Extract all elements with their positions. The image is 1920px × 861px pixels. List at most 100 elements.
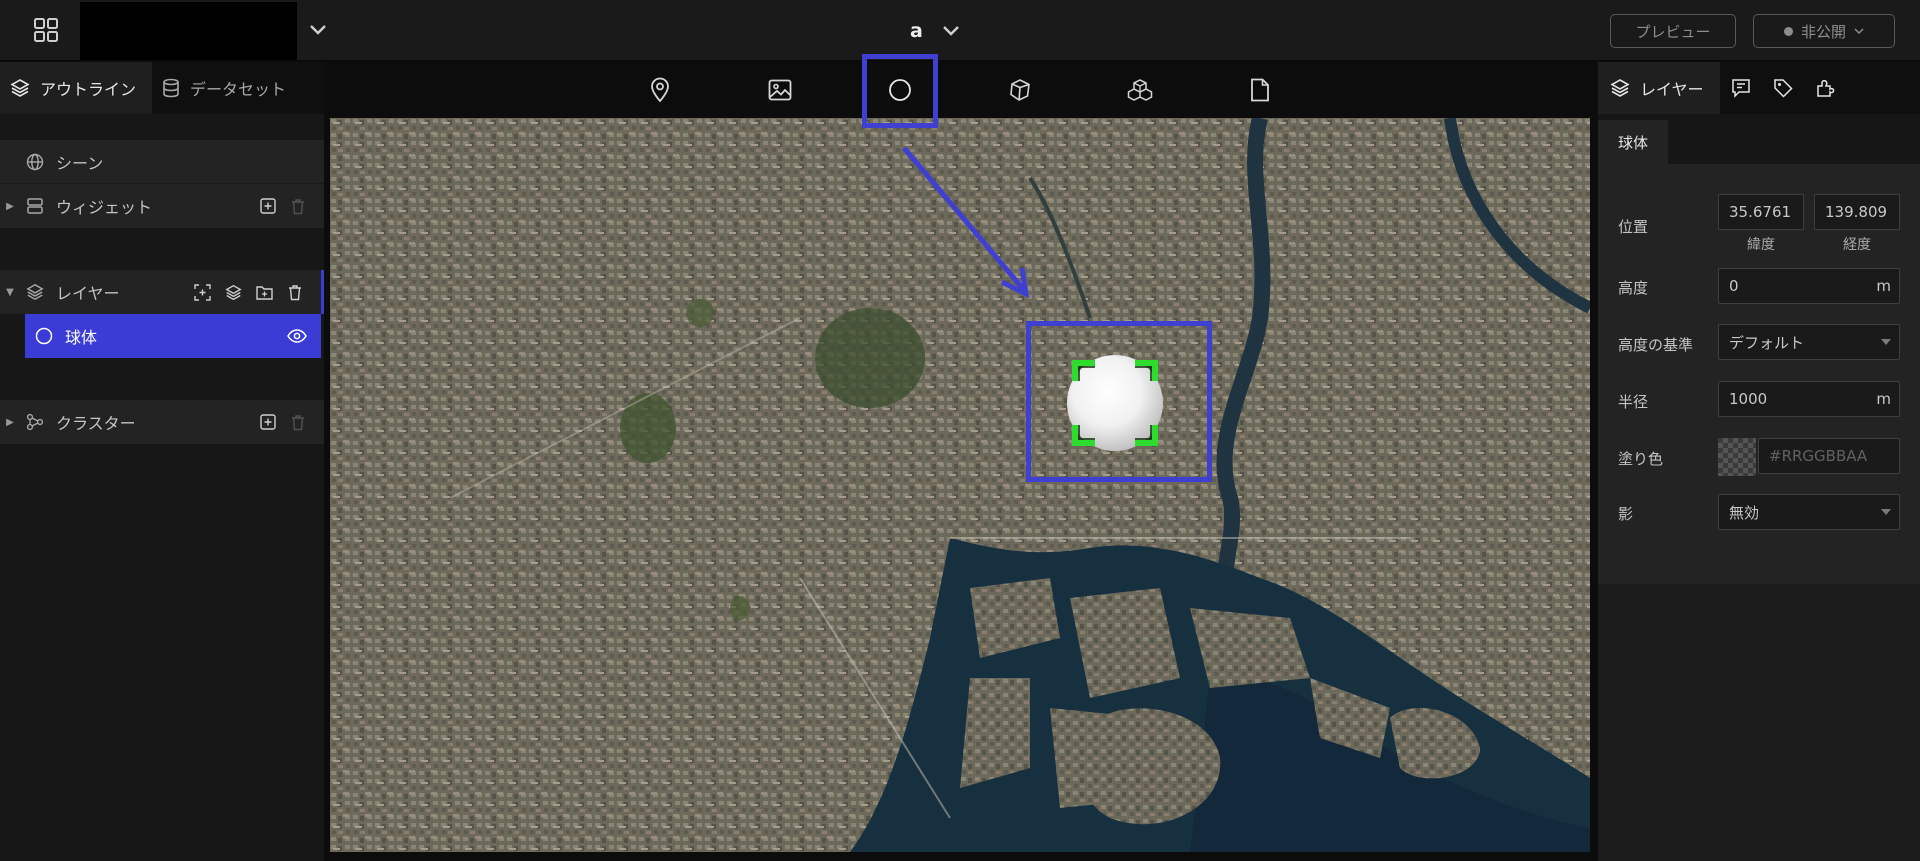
tree-item-widgets[interactable]: ▶ ウィジェット [0, 184, 324, 228]
longitude-caption: 経度 [1843, 237, 1871, 253]
tool-photo-overlay[interactable] [756, 66, 804, 114]
layer-toolbar [324, 62, 1596, 118]
layer-item-sphere[interactable]: 球体 [25, 314, 321, 358]
properties-panel: レイヤー 球体 位置 35.6761 緯度 139.809 経度 高度 0 m [1598, 62, 1920, 861]
preview-button[interactable]: プレビュー [1610, 14, 1736, 48]
outline-tree: シーン ▶ ウィジェット ▼ レイヤー 球体 ▶ クラスター [0, 114, 324, 444]
image-icon [768, 79, 792, 101]
tab-tag[interactable] [1762, 62, 1804, 114]
add-layer-icon[interactable] [225, 284, 242, 301]
tree-item-layers[interactable]: ▼ レイヤー [0, 270, 324, 314]
shadow-select[interactable]: 無効 [1718, 494, 1900, 530]
tab-plugin[interactable] [1804, 62, 1846, 114]
height-reference-select[interactable]: デフォルト [1718, 324, 1900, 360]
fill-color-input[interactable]: #RRGGBBAA [1758, 438, 1900, 474]
radius-unit: m [1876, 390, 1891, 408]
publish-status-label: 非公開 [1800, 22, 1846, 41]
tree-item-clusters[interactable]: ▶ クラスター [0, 400, 324, 444]
height-label: 高度 [1618, 279, 1649, 297]
box-icon [1010, 79, 1030, 101]
tab-layer[interactable]: レイヤー [1598, 62, 1720, 114]
latitude-input[interactable]: 35.6761 [1718, 194, 1804, 230]
layer-item-sphere-label: 球体 [65, 328, 98, 347]
fill-color-label: 塗り色 [1618, 450, 1664, 468]
tab-dataset-label: データセット [190, 80, 287, 99]
layer-subtab-bar: 球体 [1598, 114, 1920, 164]
layers-icon [20, 283, 50, 301]
longitude-input[interactable]: 139.809 [1814, 194, 1900, 230]
add-folder-icon[interactable] [256, 284, 273, 300]
property-form: 位置 35.6761 緯度 139.809 経度 高度 0 m 高度の基準 デフ… [1598, 164, 1920, 584]
status-dot-icon [1783, 26, 1793, 36]
tab-infobox[interactable] [1720, 62, 1762, 114]
radius-label: 半径 [1618, 393, 1649, 411]
shadow-label: 影 [1618, 505, 1634, 523]
file-icon [1251, 78, 1269, 102]
annotation-box-toolbar [862, 54, 938, 128]
add-icon[interactable] [260, 414, 276, 430]
chevron-down-icon [310, 25, 326, 35]
position-label: 位置 [1618, 218, 1649, 236]
tab-dataset[interactable]: データセット [152, 62, 296, 114]
focus-icon[interactable] [194, 283, 211, 301]
eye-icon[interactable] [287, 329, 307, 343]
tree-item-clusters-label: クラスター [56, 414, 136, 433]
layers-icon [1610, 79, 1630, 97]
tree-item-scene-label: シーン [56, 153, 104, 173]
latitude-value: 35.6761 [1729, 203, 1792, 221]
cluster-icon [20, 413, 50, 431]
top-bar: a プレビュー 非公開 [0, 0, 1920, 61]
caret-right-icon[interactable]: ▶ [0, 417, 20, 428]
globe-icon [20, 153, 50, 171]
left-tab-bar: アウトライン データセット [0, 62, 324, 114]
add-icon[interactable] [260, 198, 276, 214]
height-unit: m [1876, 277, 1891, 295]
dropdown-arrow-icon [1881, 509, 1891, 515]
longitude-value: 139.809 [1825, 203, 1888, 221]
infobox-icon [1732, 79, 1750, 98]
project-title-dropdown[interactable]: a [910, 14, 961, 48]
workspace-logo [80, 2, 297, 60]
radius-value: 1000 [1729, 390, 1768, 408]
trash-icon[interactable] [290, 414, 306, 431]
caret-right-icon[interactable]: ▶ [0, 201, 20, 212]
height-reference-label: 高度の基準 [1618, 336, 1694, 354]
tab-outline[interactable]: アウトライン [0, 62, 152, 114]
plugin-icon [1817, 79, 1835, 97]
radius-input[interactable]: 1000 m [1718, 381, 1900, 417]
fill-color-placeholder: #RRGGBBAA [1769, 447, 1868, 465]
dropdown-arrow-icon [1881, 339, 1891, 345]
annotation-box-sphere [1026, 321, 1212, 482]
caret-down-icon[interactable]: ▼ [0, 287, 20, 298]
layers-icon [10, 79, 30, 97]
circle-icon [29, 327, 59, 345]
tool-marker[interactable] [636, 66, 684, 114]
chevron-down-icon [942, 26, 959, 36]
tool-box[interactable] [996, 66, 1044, 114]
publish-status-button[interactable]: 非公開 [1753, 14, 1895, 48]
model-3d-icon [1127, 79, 1153, 101]
tab-layer-label: レイヤー [1640, 80, 1704, 99]
subtab-sphere[interactable]: 球体 [1598, 120, 1668, 164]
tab-outline-label: アウトライン [40, 80, 137, 99]
tree-item-scene[interactable]: シーン [0, 140, 324, 184]
apps-menu-button[interactable] [12, 4, 80, 56]
annotation-arrow [902, 146, 1030, 299]
tool-file[interactable] [1236, 66, 1284, 114]
height-input[interactable]: 0 m [1718, 268, 1900, 304]
trash-icon[interactable] [290, 198, 306, 215]
map-pin-icon [651, 77, 669, 103]
height-value: 0 [1729, 277, 1739, 295]
widget-icon [20, 197, 50, 215]
tree-item-layers-label: レイヤー [56, 284, 120, 303]
outline-panel: アウトライン データセット シーン ▶ ウィジェット ▼ レイヤー 球体 ▶ ク… [0, 62, 324, 861]
shadow-value: 無効 [1729, 503, 1760, 522]
fill-color-swatch[interactable] [1718, 438, 1756, 476]
tree-item-widgets-label: ウィジェット [56, 198, 153, 217]
workspace-dropdown-button[interactable] [300, 12, 336, 48]
trash-icon[interactable] [287, 284, 303, 301]
project-title: a [910, 20, 923, 42]
tag-icon [1774, 79, 1793, 98]
chevron-down-icon [1854, 28, 1864, 35]
tool-3d-model[interactable] [1116, 66, 1164, 114]
